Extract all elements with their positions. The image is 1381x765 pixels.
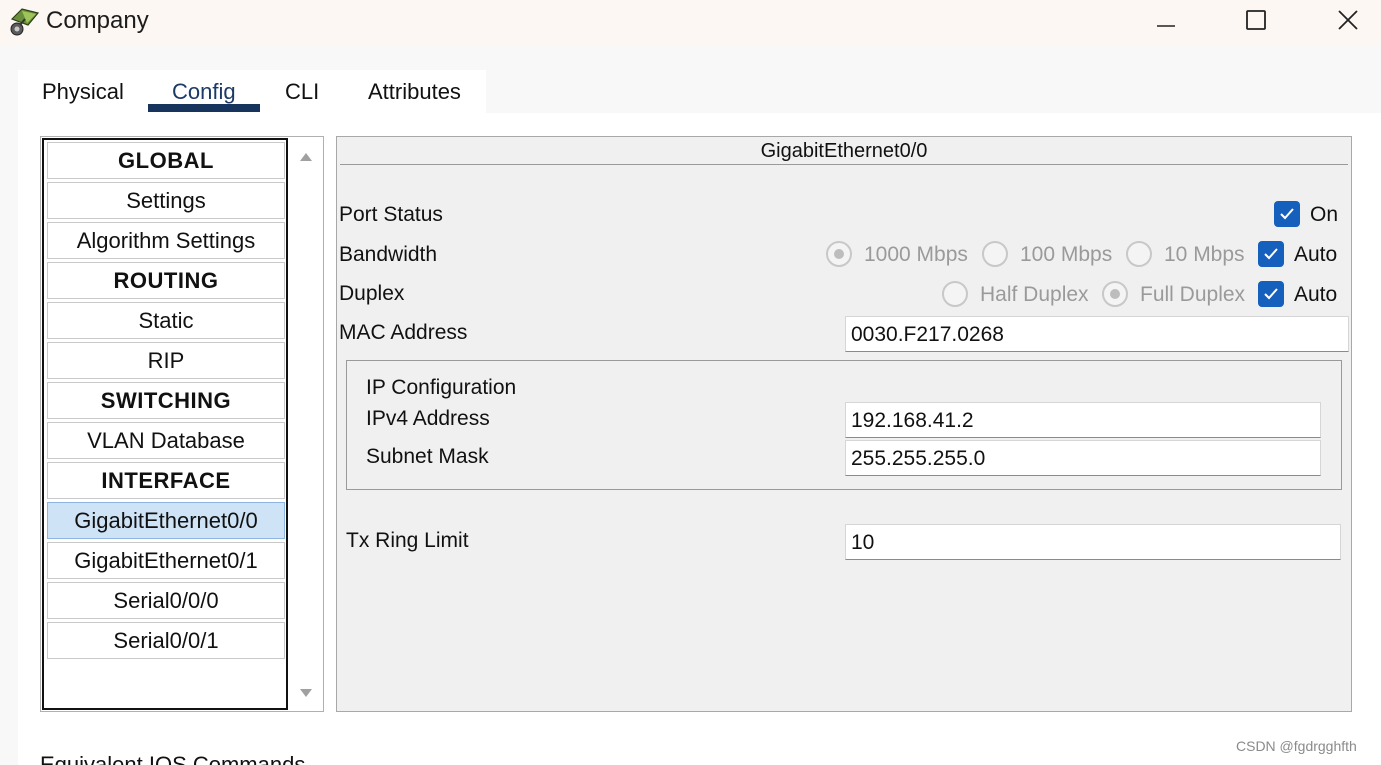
duplex-label: Duplex	[339, 282, 405, 305]
window-title: Company	[46, 7, 149, 34]
nav-item-serial0-0-0[interactable]: Serial0/0/0	[47, 582, 285, 619]
bandwidth-auto-checkbox[interactable]	[1258, 241, 1284, 267]
maximize-button[interactable]	[1233, 0, 1279, 40]
nav-header-routing[interactable]: ROUTING	[47, 262, 285, 299]
router-icon	[8, 5, 42, 37]
duplex-half-radio[interactable]	[942, 281, 968, 307]
bandwidth-10-radio[interactable]	[1126, 241, 1152, 267]
tab-cli[interactable]: CLI	[285, 79, 319, 105]
nav-item-vlan-database[interactable]: VLAN Database	[47, 422, 285, 459]
bandwidth-1000-radio[interactable]	[826, 241, 852, 267]
ipv4-address-field[interactable]: 192.168.41.2	[845, 402, 1321, 438]
port-status-checkbox[interactable]	[1274, 201, 1300, 227]
port-status-label: Port Status	[339, 203, 443, 226]
config-nav-list[interactable]: GLOBAL Settings Algorithm Settings ROUTI…	[42, 138, 288, 710]
duplex-auto-label: Auto	[1294, 283, 1338, 306]
interface-header: GigabitEthernet0/0	[340, 138, 1348, 165]
nav-item-gigabitethernet0-1[interactable]: GigabitEthernet0/1	[47, 542, 285, 579]
subnet-mask-field[interactable]: 255.255.255.0	[845, 440, 1321, 476]
mac-address-label: MAC Address	[339, 321, 468, 344]
tab-physical[interactable]: Physical	[42, 79, 124, 105]
tab-attributes[interactable]: Attributes	[368, 79, 461, 105]
mac-address-field[interactable]: 0030.F217.0268	[845, 316, 1349, 352]
nav-header-switching[interactable]: SWITCHING	[47, 382, 285, 419]
nav-scrollbar[interactable]	[292, 138, 320, 710]
active-tab-indicator	[148, 104, 260, 112]
duplex-half-label: Half Duplex	[980, 283, 1089, 306]
subnet-mask-label: Subnet Mask	[366, 445, 489, 468]
equivalent-ios-commands-label: Equivalent IOS Commands	[40, 752, 306, 765]
tab-bar: Physical Config CLI Attributes	[18, 70, 486, 116]
checkmark-icon	[1264, 288, 1278, 300]
duplex-full-radio[interactable]	[1102, 281, 1128, 307]
nav-item-gigabitethernet0-0[interactable]: GigabitEthernet0/0	[47, 502, 285, 539]
tx-ring-limit-label: Tx Ring Limit	[346, 529, 469, 552]
port-status-on-label: On	[1310, 203, 1339, 226]
tx-ring-limit-field[interactable]: 10	[845, 524, 1341, 560]
ipv4-address-label: IPv4 Address	[366, 407, 490, 430]
minimize-button[interactable]	[1143, 0, 1189, 40]
bandwidth-100-radio[interactable]	[982, 241, 1008, 267]
nav-header-interface[interactable]: INTERFACE	[47, 462, 285, 499]
checkmark-icon	[1264, 248, 1278, 260]
nav-header-global[interactable]: GLOBAL	[47, 142, 285, 179]
nav-item-algorithm-settings[interactable]: Algorithm Settings	[47, 222, 285, 259]
watermark: CSDN @fgdrgghfth	[1236, 738, 1357, 754]
ip-configuration-title: IP Configuration	[366, 376, 517, 399]
nav-item-serial0-0-1[interactable]: Serial0/0/1	[47, 622, 285, 659]
tab-config[interactable]: Config	[172, 79, 236, 105]
bandwidth-1000-label: 1000 Mbps	[864, 243, 968, 266]
title-bar: Company	[0, 0, 1381, 46]
nav-item-static[interactable]: Static	[47, 302, 285, 339]
scroll-up-arrow-icon[interactable]	[299, 150, 313, 168]
nav-item-rip[interactable]: RIP	[47, 342, 285, 379]
close-button[interactable]	[1325, 0, 1371, 40]
duplex-auto-checkbox[interactable]	[1258, 281, 1284, 307]
bandwidth-label: Bandwidth	[339, 243, 438, 266]
nav-item-settings[interactable]: Settings	[47, 182, 285, 219]
bandwidth-auto-label: Auto	[1294, 243, 1338, 266]
duplex-full-label: Full Duplex	[1140, 283, 1246, 306]
bandwidth-100-label: 100 Mbps	[1020, 243, 1113, 266]
scroll-down-arrow-icon[interactable]	[299, 686, 313, 704]
bandwidth-10-label: 10 Mbps	[1164, 243, 1245, 266]
checkmark-icon	[1280, 208, 1294, 220]
